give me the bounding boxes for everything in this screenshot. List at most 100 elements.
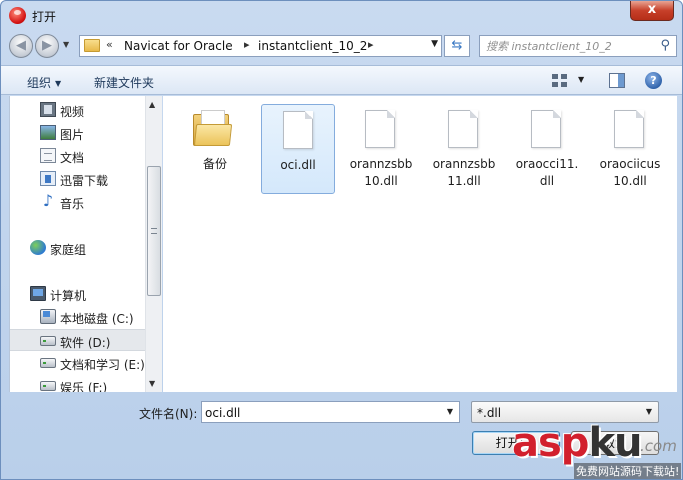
- sidebar-item-homegroup[interactable]: 家庭组: [10, 237, 148, 259]
- sidebar-item-computer[interactable]: 计算机: [10, 283, 148, 305]
- organize-button[interactable]: 组织 ▼: [27, 74, 61, 91]
- sidebar-item-label: 软件 (D:): [60, 336, 111, 350]
- watermark-logo: aspku .com 免费网站源码下载站!: [512, 421, 682, 479]
- recent-pages-dropdown-icon[interactable]: ▼: [63, 40, 69, 49]
- scroll-up-icon[interactable]: ▲: [149, 100, 155, 109]
- sidebar-item-label: 迅雷下载: [60, 174, 109, 188]
- organize-label: 组织: [27, 76, 52, 90]
- sidebar-item-drive-f[interactable]: 娱乐 (F:): [10, 375, 148, 392]
- folder-icon: [193, 110, 233, 146]
- change-view-icon[interactable]: [552, 74, 568, 88]
- file-type-value: *.dll: [477, 406, 502, 420]
- file-item[interactable]: orannzsbb 10.dll: [344, 104, 418, 194]
- filename-input[interactable]: [205, 404, 440, 421]
- address-history-dropdown-icon[interactable]: ▼: [431, 39, 438, 49]
- music-library-icon: ♪: [42, 191, 54, 210]
- forward-arrow-icon[interactable]: ▶: [35, 34, 59, 58]
- dll-file-icon: [283, 111, 313, 149]
- help-icon[interactable]: ?: [645, 72, 662, 89]
- sidebar-item-label: 计算机: [50, 289, 87, 303]
- file-item-selected[interactable]: oci.dll: [261, 104, 335, 194]
- watermark-suffix: .com: [640, 437, 677, 455]
- app-icon: [9, 7, 26, 24]
- watermark-text-red: asp: [512, 420, 589, 466]
- file-name: oraociicus 10.dll: [593, 156, 667, 190]
- folder-icon: [84, 39, 100, 52]
- sidebar-item-label: 家庭组: [50, 243, 87, 257]
- sidebar-item-videos[interactable]: 视频: [10, 99, 148, 121]
- file-name-line: oraocci11.: [515, 157, 579, 171]
- sidebar-item-label: 本地磁盘 (C:): [60, 312, 134, 326]
- dll-file-icon: [365, 110, 395, 148]
- chevron-right-icon[interactable]: ▸: [368, 38, 374, 51]
- sidebar-item-drive-e[interactable]: 文档和学习 (E:): [10, 352, 148, 374]
- file-name-line: 10.dll: [364, 174, 398, 188]
- search-icon[interactable]: ⚲: [660, 38, 670, 53]
- scroll-down-icon[interactable]: ▼: [149, 379, 155, 388]
- file-item[interactable]: orannzsbb 11.dll: [427, 104, 501, 194]
- dll-file-icon: [614, 110, 644, 148]
- file-name: orannzsbb 10.dll: [344, 156, 418, 190]
- document-library-icon: [40, 148, 56, 163]
- command-bar: 组织 ▼ 新建文件夹 ▼ ?: [1, 65, 682, 95]
- watermark-text: aspku: [512, 420, 643, 466]
- sidebar-item-label: 音乐: [60, 197, 85, 211]
- address-bar[interactable]: « Navicat for Oracle ▸ instantclient_10_…: [79, 35, 442, 57]
- sidebar-item-music[interactable]: ♪ 音乐: [10, 191, 148, 213]
- breadcrumb-instantclient[interactable]: instantclient_10_2: [258, 39, 367, 53]
- sidebar-item-label: 娱乐 (F:): [60, 381, 108, 392]
- sidebar-item-documents[interactable]: 文档: [10, 145, 148, 167]
- window-title: 打开: [32, 10, 57, 24]
- open-file-dialog: 打开 x ◀ ▶ ▼ « Navicat for Oracle ▸ instan…: [0, 0, 683, 480]
- sidebar-item-label: 文档和学习 (E:): [60, 358, 145, 372]
- navigation-pane: 视频 图片 文档 迅雷下载 ♪ 音乐 家庭组 计算机 本地磁盘 (C:) 软件 …: [9, 96, 159, 392]
- filename-combobox[interactable]: ▼: [201, 401, 460, 423]
- file-name: orannzsbb 11.dll: [427, 156, 501, 190]
- sidebar-item-pictures[interactable]: 图片: [10, 122, 148, 144]
- chevron-down-icon: ▼: [55, 79, 62, 88]
- watermark-text-dark: ku: [588, 420, 642, 466]
- view-options-dropdown-icon[interactable]: ▼: [578, 75, 584, 84]
- search-input[interactable]: [486, 37, 654, 55]
- refresh-icon[interactable]: ⇆: [444, 35, 470, 57]
- breadcrumb-navicat[interactable]: Navicat for Oracle: [124, 39, 233, 53]
- sidebar-item-label: 图片: [60, 128, 85, 142]
- close-button[interactable]: x: [630, 1, 674, 21]
- file-item-folder[interactable]: 备份: [178, 104, 252, 194]
- new-folder-button[interactable]: 新建文件夹: [94, 74, 154, 91]
- file-name-line: orannzsbb: [432, 157, 496, 171]
- file-name-line: orannzsbb: [349, 157, 413, 171]
- title-bar: 打开 x: [1, 1, 682, 29]
- xunlei-download-icon: [40, 171, 56, 186]
- drive-icon: [40, 358, 56, 368]
- search-box[interactable]: ⚲: [479, 35, 677, 57]
- chevron-down-icon[interactable]: ▼: [447, 407, 453, 416]
- file-item[interactable]: oraociicus 10.dll: [593, 104, 667, 194]
- file-name-line: 11.dll: [447, 174, 481, 188]
- file-name-line: dll: [539, 174, 555, 188]
- sidebar-item-drive-d[interactable]: 软件 (D:): [10, 329, 148, 351]
- scroll-thumb[interactable]: [147, 166, 161, 296]
- back-arrow-icon[interactable]: ◀: [9, 34, 33, 58]
- chevron-down-icon: ▼: [645, 407, 652, 416]
- system-drive-icon: [40, 309, 56, 324]
- filename-label: 文件名(N):: [139, 407, 198, 421]
- watermark-subtitle: 免费网站源码下载站!: [574, 463, 682, 479]
- grip-icon: [151, 228, 157, 234]
- sidebar-item-xunlei-downloads[interactable]: 迅雷下载: [10, 168, 148, 190]
- file-item[interactable]: oraocci11. dll: [510, 104, 584, 194]
- drive-icon: [40, 381, 56, 391]
- file-name-line: oraociicus: [599, 157, 661, 171]
- preview-pane-icon[interactable]: [609, 73, 625, 88]
- breadcrumb-overflow[interactable]: «: [106, 38, 113, 51]
- navigation-bar: ◀ ▶ ▼ « Navicat for Oracle ▸ instantclie…: [7, 31, 677, 61]
- homegroup-icon: [30, 240, 46, 255]
- drive-icon: [40, 336, 56, 346]
- sidebar-item-drive-c[interactable]: 本地磁盘 (C:): [10, 306, 148, 328]
- computer-icon: [30, 286, 46, 301]
- dll-file-icon: [448, 110, 478, 148]
- sidebar-scrollbar[interactable]: ▲ ▼: [145, 96, 162, 392]
- sidebar-item-label: 文档: [60, 151, 85, 165]
- chevron-right-icon[interactable]: ▸: [244, 38, 250, 51]
- file-name: oci.dll: [280, 158, 316, 172]
